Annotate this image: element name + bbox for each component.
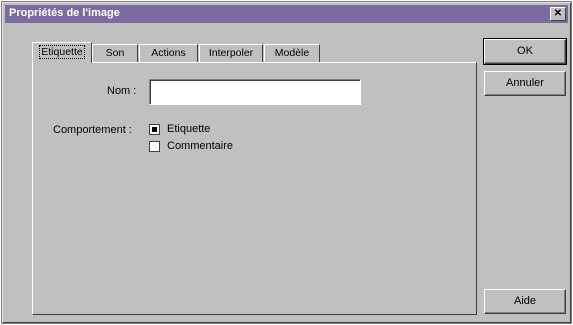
option-etiquette[interactable]: Etiquette (149, 123, 309, 137)
name-label: Nom : (107, 85, 137, 97)
cancel-button[interactable]: Annuler (484, 71, 566, 96)
help-button[interactable]: Aide (484, 289, 566, 314)
tab-label: Actions (151, 47, 186, 59)
tab-modele[interactable]: Modèle (264, 44, 320, 62)
tab-interpoler[interactable]: Interpoler (199, 44, 263, 62)
tab-panel-etiquette: Nom : Comportement : Etiquette Commentai… (32, 62, 477, 315)
tab-label: Interpoler (208, 47, 254, 59)
tab-actions[interactable]: Actions (139, 44, 198, 62)
image-properties-dialog: Propriétés de l'image ✕ Etiquette Son Ac… (1, 1, 572, 324)
checked-checkbox-icon[interactable] (149, 124, 160, 135)
tab-label: Modèle (274, 47, 310, 59)
window-title: Propriétés de l'image (9, 7, 120, 19)
title-bar[interactable]: Propriétés de l'image ✕ (5, 5, 568, 23)
ok-button[interactable]: OK (483, 38, 567, 65)
option-commentaire[interactable]: Commentaire (149, 140, 309, 154)
option-label: Etiquette (167, 123, 211, 135)
unchecked-checkbox-icon[interactable] (149, 141, 160, 152)
tab-etiquette[interactable]: Etiquette (32, 42, 92, 63)
name-field[interactable] (149, 79, 361, 105)
tab-label: Son (105, 47, 125, 59)
tab-label: Etiquette (39, 45, 85, 59)
behavior-label: Comportement : (53, 124, 132, 136)
option-label: Commentaire (167, 140, 234, 152)
close-icon[interactable]: ✕ (550, 7, 566, 21)
tab-son[interactable]: Son (92, 44, 138, 62)
